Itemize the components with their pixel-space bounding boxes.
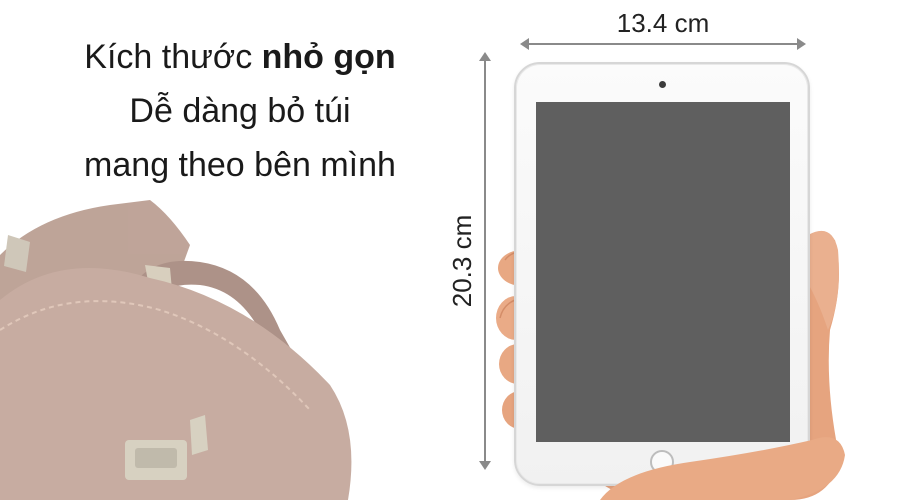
front-camera-icon	[659, 81, 666, 88]
tablet-screen	[536, 102, 790, 442]
headline-regular-text: Kích thước	[84, 38, 262, 76]
height-dimension-arrow	[479, 52, 491, 470]
headline: Kích thước nhỏ gọn Dễ dàng bỏ túi mang t…	[30, 30, 450, 192]
height-dimension-label: 20.3 cm	[447, 214, 477, 308]
arrow-right-icon	[797, 38, 806, 50]
arrow-down-icon	[479, 461, 491, 470]
headline-bold-text: nhỏ gọn	[261, 38, 396, 76]
headline-line-2: Dễ dàng bỏ túi	[129, 92, 351, 130]
tablet-device	[514, 62, 810, 486]
headline-line-1: Kích thước nhỏ gọn	[30, 30, 450, 84]
headline-line-3: mang theo bên mình	[84, 146, 396, 184]
width-dimension-arrow	[520, 38, 806, 50]
home-button-icon	[650, 450, 674, 474]
width-dimension-label: 13.4 cm	[616, 8, 710, 38]
product-banner: Kích thước nhỏ gọn Dễ dàng bỏ túi mang t…	[0, 0, 900, 500]
